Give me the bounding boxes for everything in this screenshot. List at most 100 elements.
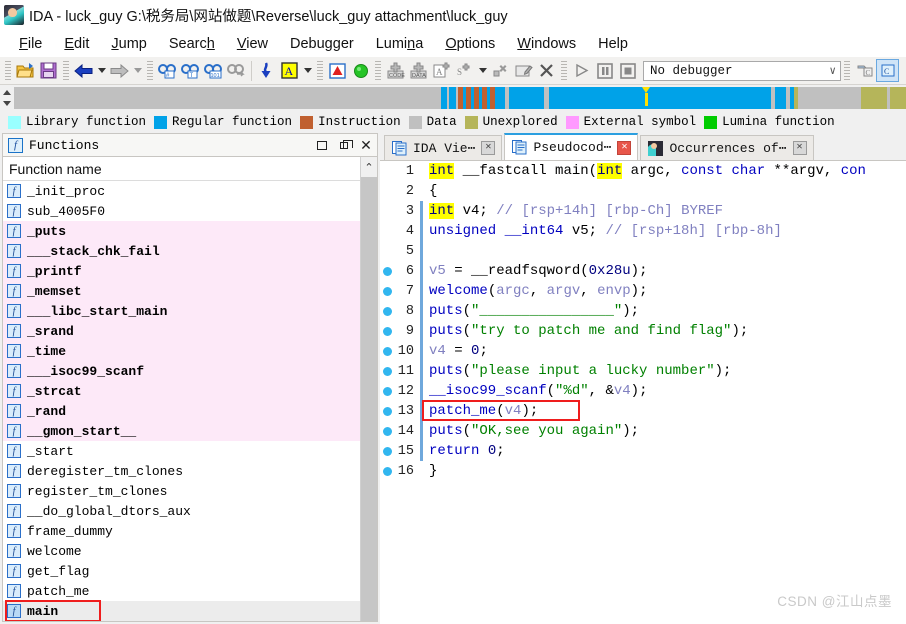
- navigate-back-icon[interactable]: [72, 59, 95, 82]
- breakpoint-marker-icon[interactable]: [380, 466, 394, 476]
- code-line[interactable]: 12 __isoc99_scanf("%d", &v4);: [380, 381, 906, 401]
- search-text-icon[interactable]: T: [179, 59, 202, 82]
- menu-item-file[interactable]: File: [8, 34, 53, 54]
- pause-icon[interactable]: [593, 59, 616, 82]
- nav-scroll-down-icon[interactable]: [3, 101, 11, 106]
- debugger-select[interactable]: No debugger ∨: [643, 60, 841, 81]
- table-row[interactable]: f get_flag: [3, 561, 360, 581]
- make-data-icon[interactable]: DATA: [407, 59, 430, 82]
- undefine-icon[interactable]: [489, 59, 512, 82]
- table-row[interactable]: f welcome: [3, 541, 360, 561]
- code-line[interactable]: 9 puts("try to patch me and find flag");: [380, 321, 906, 341]
- toolbar-grip-4[interactable]: [317, 60, 323, 81]
- breakpoint-marker-icon[interactable]: [380, 326, 394, 336]
- search-hex-icon[interactable]: #: [156, 59, 179, 82]
- maximize-button[interactable]: [311, 134, 333, 156]
- navband-scroll-controls[interactable]: [0, 87, 14, 109]
- code-line[interactable]: 8 puts("________________");: [380, 301, 906, 321]
- menu-item-lumina[interactable]: Lumina: [365, 34, 435, 54]
- make-name-icon[interactable]: A: [278, 59, 301, 82]
- toolbar-grip-7[interactable]: [844, 60, 850, 81]
- code-line[interactable]: 1 int __fastcall main(int argc, const cha…: [380, 161, 906, 181]
- breakpoint-marker-icon[interactable]: [380, 266, 394, 276]
- code-line[interactable]: 2{: [380, 181, 906, 201]
- toolbar-grip-3[interactable]: [147, 60, 153, 81]
- table-row[interactable]: f patch_me: [3, 581, 360, 601]
- menu-item-search[interactable]: Search: [158, 34, 226, 54]
- menu-item-windows[interactable]: Windows: [506, 34, 587, 54]
- table-row[interactable]: f ___isoc99_scanf: [3, 361, 360, 381]
- navigate-forward-icon[interactable]: [108, 59, 131, 82]
- code-line[interactable]: 16}: [380, 461, 906, 481]
- edit-function-icon[interactable]: [512, 59, 535, 82]
- jump-down-icon[interactable]: [255, 59, 278, 82]
- make-struct-icon[interactable]: S: [453, 59, 476, 82]
- code-line[interactable]: 14 puts("OK,see you again");: [380, 421, 906, 441]
- table-row[interactable]: f _time: [3, 341, 360, 361]
- decompile-all-icon[interactable]: C: [876, 59, 899, 82]
- table-row[interactable]: f ___libc_start_main: [3, 301, 360, 321]
- breakpoint-marker-icon[interactable]: [380, 386, 394, 396]
- navigate-back-dropdown-icon[interactable]: [95, 60, 108, 82]
- code-line[interactable]: 4 unsigned __int64 v5; // [rsp+18h] [rbp…: [380, 221, 906, 241]
- stop-icon[interactable]: [616, 59, 639, 82]
- open-file-icon[interactable]: [14, 59, 37, 82]
- table-row[interactable]: f _init_proc: [3, 181, 360, 201]
- menu-item-help[interactable]: Help: [587, 34, 639, 54]
- run-icon[interactable]: [570, 59, 593, 82]
- tab-occurrences[interactable]: Occurrences of⋯ ✕: [640, 135, 814, 160]
- functions-column-header[interactable]: Function name: [3, 157, 360, 181]
- breakpoint-marker-icon[interactable]: [380, 366, 394, 376]
- make-struct-dropdown-icon[interactable]: [476, 60, 489, 82]
- menu-item-view[interactable]: View: [226, 34, 279, 54]
- menu-item-debugger[interactable]: Debugger: [279, 34, 365, 54]
- tab-pseudocode[interactable]: Pseudocod⋯ ✕: [504, 133, 639, 160]
- table-row[interactable]: f _rand: [3, 401, 360, 421]
- table-row[interactable]: f __gmon_start__: [3, 421, 360, 441]
- nav-scroll-up-icon[interactable]: [3, 90, 11, 95]
- save-file-icon[interactable]: [37, 59, 60, 82]
- table-row[interactable]: f _memset: [3, 281, 360, 301]
- navigate-forward-dropdown-icon[interactable]: [131, 60, 144, 82]
- menu-item-options[interactable]: Options: [434, 34, 506, 54]
- close-button[interactable]: ✕: [355, 134, 377, 156]
- table-row[interactable]: f __do_global_dtors_aux: [3, 501, 360, 521]
- code-line[interactable]: 3 int v4; // [rsp+14h] [rbp-Ch] BYREF: [380, 201, 906, 221]
- menu-item-jump[interactable]: Jump: [100, 34, 157, 54]
- table-row[interactable]: f _strcat: [3, 381, 360, 401]
- breakpoint-marker-icon[interactable]: [380, 346, 394, 356]
- tab-close-icon[interactable]: ✕: [617, 140, 632, 155]
- breakpoint-marker-icon[interactable]: [380, 306, 394, 316]
- code-line[interactable]: 13 patch_me(v4);: [380, 401, 906, 421]
- code-line[interactable]: 6 v5 = __readfsqword(0x28u);: [380, 261, 906, 281]
- delete-function-icon[interactable]: [535, 59, 558, 82]
- code-line[interactable]: 5: [380, 241, 906, 261]
- run-status-icon[interactable]: [349, 59, 372, 82]
- toolbar-grip-6[interactable]: [561, 60, 567, 81]
- menu-item-edit[interactable]: Edit: [53, 34, 100, 54]
- table-row[interactable]: f deregister_tm_clones: [3, 461, 360, 481]
- table-row[interactable]: f _start: [3, 441, 360, 461]
- tab-close-icon[interactable]: ✕: [792, 141, 807, 155]
- make-code-icon[interactable]: CODE: [384, 59, 407, 82]
- breakpoint-marker-icon[interactable]: [380, 446, 394, 456]
- table-row[interactable]: f register_tm_clones: [3, 481, 360, 501]
- functions-scrollbar[interactable]: ⌃: [360, 157, 377, 621]
- make-array-icon[interactable]: A: [430, 59, 453, 82]
- code-line[interactable]: 7 welcome(argc, argv, envp);: [380, 281, 906, 301]
- code-line[interactable]: 15 return 0;: [380, 441, 906, 461]
- code-line[interactable]: 10 v4 = 0;: [380, 341, 906, 361]
- table-row[interactable]: f frame_dummy: [3, 521, 360, 541]
- restore-button[interactable]: [333, 134, 355, 156]
- warning-icon[interactable]: [326, 59, 349, 82]
- make-name-dropdown-icon[interactable]: [301, 60, 314, 82]
- tab-ida-view[interactable]: IDA Vie⋯ ✕: [384, 135, 503, 160]
- table-row[interactable]: f _printf: [3, 261, 360, 281]
- search-again-icon[interactable]: [225, 59, 248, 82]
- table-row[interactable]: f sub_4005F0: [3, 201, 360, 221]
- table-row[interactable]: f _puts: [3, 221, 360, 241]
- breakpoint-marker-icon[interactable]: [380, 406, 394, 416]
- navigation-band[interactable]: [14, 87, 906, 109]
- toolbar-grip[interactable]: [5, 60, 11, 81]
- functions-list[interactable]: Function name f _init_proc f sub_4005F0 f _pu…: [3, 157, 360, 621]
